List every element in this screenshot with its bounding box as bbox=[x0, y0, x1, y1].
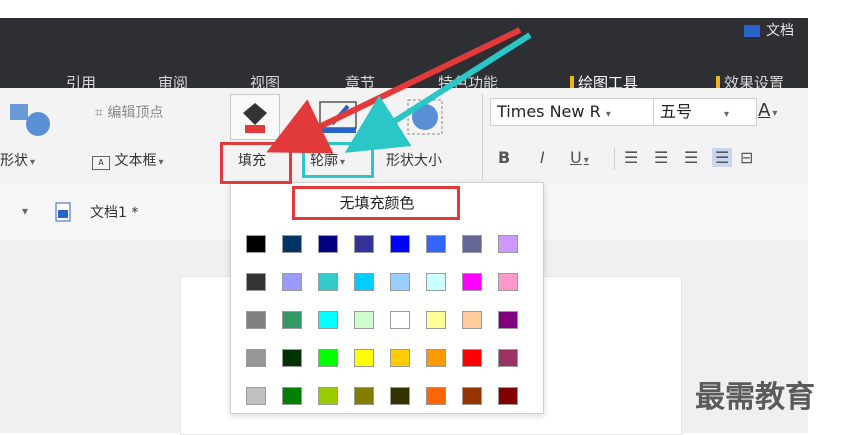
arrow-overlay-icon bbox=[266, 27, 532, 154]
screenshot-frame: 文档 引用 审阅 视图 章节 特色功能 绘图工具 效果设置 ⌗ 编辑顶点 形状 ▾… bbox=[0, 0, 849, 435]
watermark: 最需教育 bbox=[695, 380, 815, 415]
